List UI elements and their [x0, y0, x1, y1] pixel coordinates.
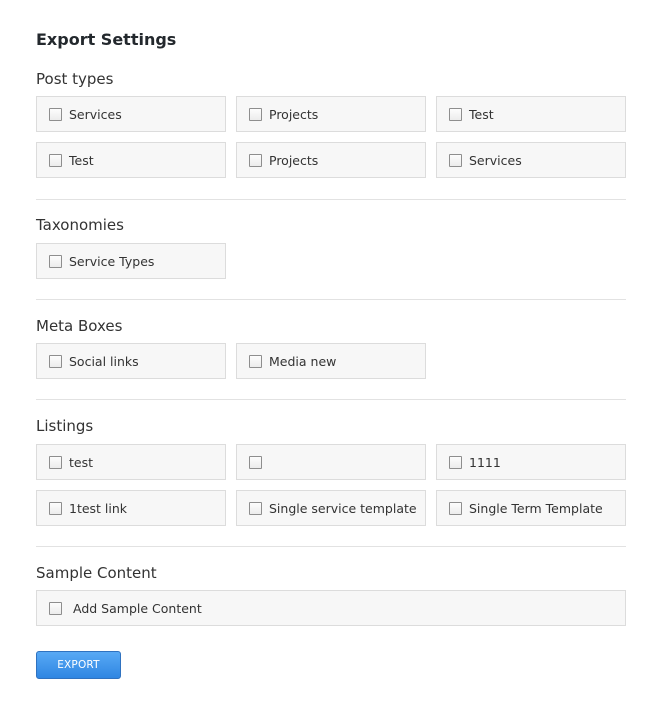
- section-divider: [36, 299, 626, 300]
- checkbox[interactable]: [249, 153, 262, 167]
- checkbox-label: Add Sample Content: [73, 600, 202, 616]
- section-title-taxonomies: Taxonomies: [36, 216, 124, 234]
- checkbox[interactable]: [449, 501, 462, 515]
- checkbox[interactable]: [49, 254, 62, 268]
- checkbox[interactable]: [249, 455, 262, 469]
- checkbox[interactable]: [49, 107, 62, 121]
- checkbox-label: test: [69, 454, 94, 470]
- checkbox-label: Projects: [269, 152, 319, 168]
- checkbox[interactable]: [49, 455, 62, 469]
- checkbox-item-listing[interactable]: 1111: [436, 444, 626, 480]
- checkbox[interactable]: [449, 455, 462, 469]
- checkbox[interactable]: [49, 501, 62, 515]
- checkbox-label: Test: [469, 106, 494, 122]
- checkbox-label: Services: [469, 152, 522, 168]
- export-button[interactable]: EXPORT: [36, 651, 121, 679]
- section-title-listings: Listings: [36, 417, 94, 435]
- checkbox-item-post-type[interactable]: Services: [436, 142, 626, 178]
- checkbox[interactable]: [449, 153, 462, 167]
- section-divider: [36, 399, 626, 400]
- checkbox[interactable]: [249, 501, 262, 515]
- section-title-meta-boxes: Meta Boxes: [36, 317, 123, 335]
- checkbox-item-listing[interactable]: [236, 444, 426, 480]
- checkbox-label: Media new: [269, 353, 337, 369]
- checkbox-label: Social links: [69, 353, 139, 369]
- checkbox-item-post-type[interactable]: Projects: [236, 142, 426, 178]
- checkbox[interactable]: [249, 107, 262, 121]
- page-title: Export Settings: [36, 30, 177, 49]
- checkbox-item-post-type[interactable]: Projects: [236, 96, 426, 132]
- section-title-sample-content: Sample Content: [36, 564, 157, 582]
- checkbox-label: 1test link: [69, 500, 128, 516]
- checkbox-item-listing[interactable]: Single service template: [236, 490, 426, 526]
- checkbox-item-post-type[interactable]: Services: [36, 96, 226, 132]
- section-divider: [36, 199, 626, 200]
- checkbox-item-meta-box[interactable]: Media new: [236, 343, 426, 379]
- checkbox-item-listing[interactable]: 1test link: [36, 490, 226, 526]
- checkbox[interactable]: [49, 153, 62, 167]
- checkbox-item-sample-content[interactable]: Add Sample Content: [36, 590, 626, 626]
- checkbox-label: Single service template: [269, 500, 417, 516]
- checkbox-item-meta-box[interactable]: Social links: [36, 343, 226, 379]
- checkbox[interactable]: [449, 107, 462, 121]
- checkbox-label: Single Term Template: [469, 500, 603, 516]
- section-divider: [36, 546, 626, 547]
- checkbox-item-taxonomy[interactable]: Service Types: [36, 243, 226, 279]
- checkbox[interactable]: [49, 601, 62, 615]
- checkbox-label: 1111: [469, 454, 501, 470]
- checkbox[interactable]: [249, 354, 262, 368]
- checkbox-label: Services: [69, 106, 122, 122]
- section-title-post-types: Post types: [36, 70, 114, 88]
- checkbox-label: Projects: [269, 106, 319, 122]
- checkbox-label: Service Types: [69, 253, 155, 269]
- checkbox-item-listing[interactable]: test: [36, 444, 226, 480]
- checkbox-item-post-type[interactable]: Test: [436, 96, 626, 132]
- checkbox-label: Test: [69, 152, 94, 168]
- checkbox-item-listing[interactable]: Single Term Template: [436, 490, 626, 526]
- checkbox-item-post-type[interactable]: Test: [36, 142, 226, 178]
- checkbox[interactable]: [49, 354, 62, 368]
